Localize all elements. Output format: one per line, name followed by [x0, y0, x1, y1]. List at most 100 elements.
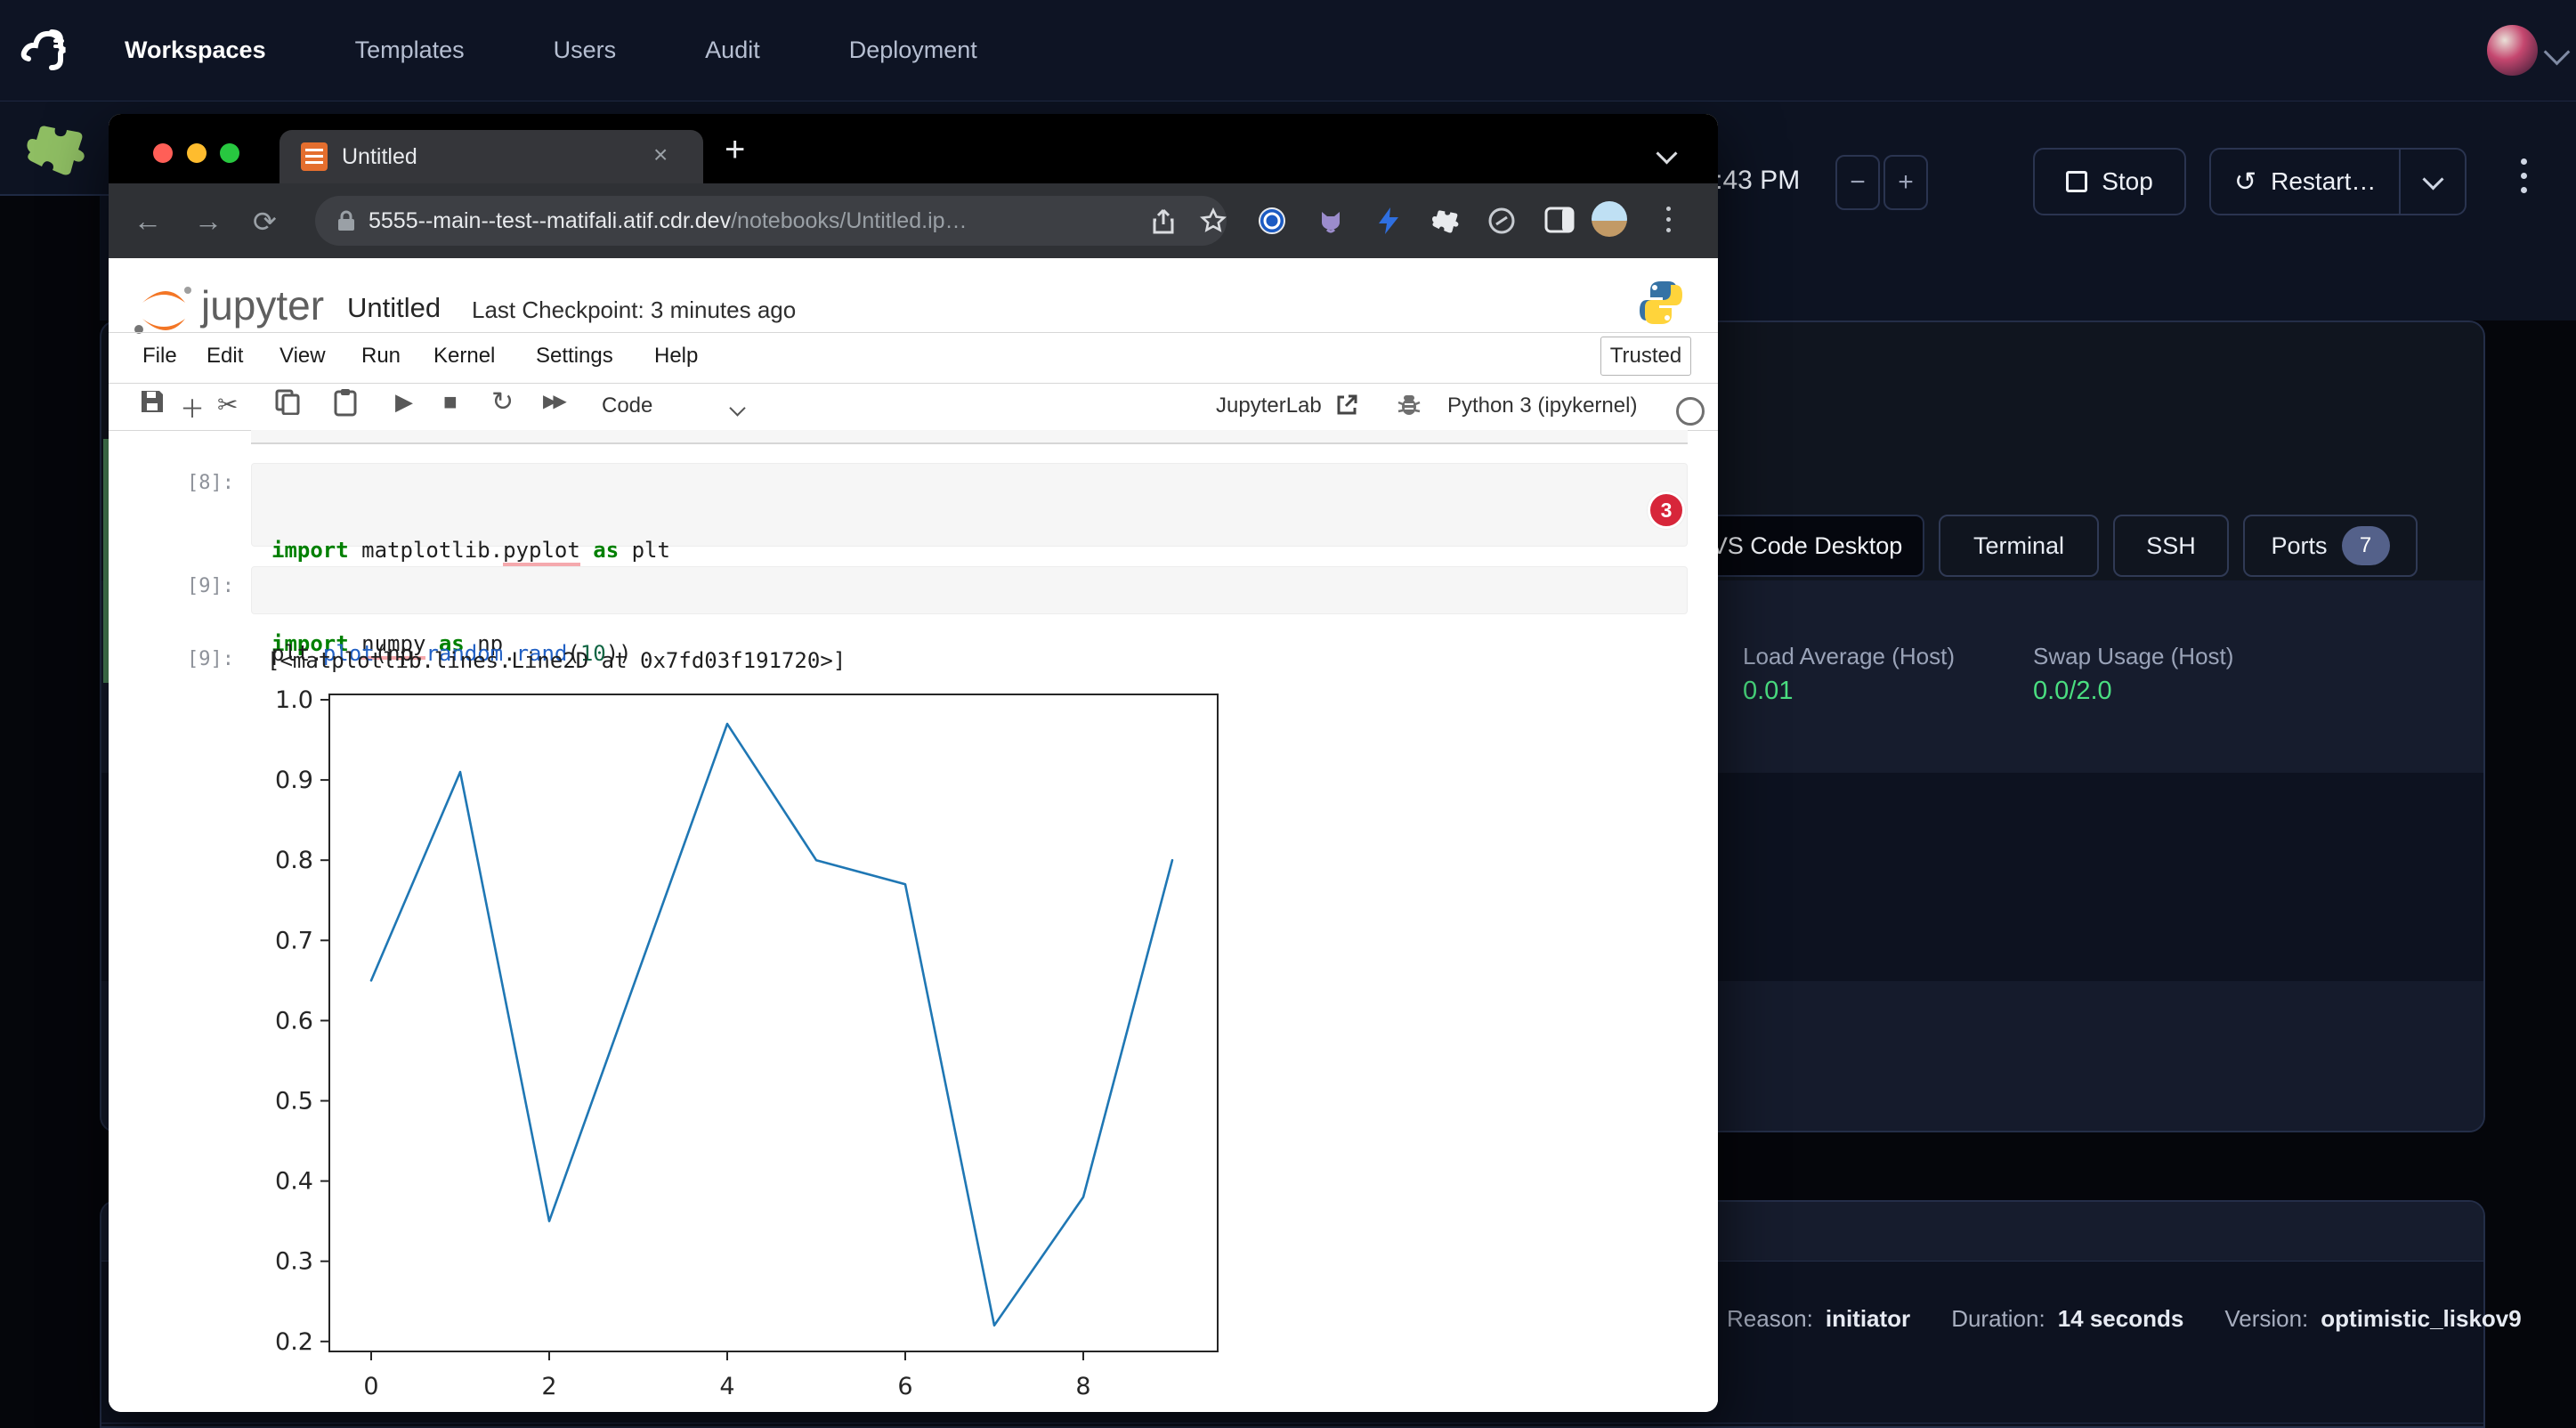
restart-button[interactable]: ↺ Restart…: [2211, 150, 2399, 214]
browser-menu-icon[interactable]: [1666, 207, 1671, 232]
extension-circle-icon[interactable]: [1487, 207, 1516, 239]
nav-item-audit[interactable]: Audit: [705, 37, 760, 64]
stop-label: Stop: [2102, 167, 2153, 196]
tab-title: Untitled: [342, 144, 417, 170]
zoom-in-button[interactable]: +: [1883, 155, 1928, 210]
close-tab-icon[interactable]: ×: [653, 141, 668, 169]
new-tab-button[interactable]: +: [725, 130, 745, 170]
interrupt-kernel-button[interactable]: ■: [443, 388, 458, 416]
extensions-puzzle-icon[interactable]: [1430, 207, 1459, 239]
coder-logo: [16, 20, 75, 78]
cell-type-select[interactable]: Code: [602, 394, 652, 418]
zoom-out-label: −: [1850, 167, 1866, 198]
clipped-cell[interactable]: import matplotlib.pyplot as plt: [251, 430, 1688, 444]
jupyter-logo: [132, 283, 196, 338]
browser-tab[interactable]: Untitled ×: [279, 130, 703, 183]
jupyter-notebook: jupyter Untitled Last Checkpoint: 3 minu…: [109, 258, 1718, 1412]
cell9-prompt: [9]:: [187, 575, 234, 597]
zoom-out-button[interactable]: −: [1835, 155, 1880, 210]
svg-text:0: 0: [363, 1373, 378, 1400]
restart-split-button: ↺ Restart…: [2209, 148, 2467, 215]
svg-text:0.3: 0.3: [275, 1248, 313, 1276]
notification-badge[interactable]: 3: [1648, 491, 1685, 529]
svg-text:0.4: 0.4: [275, 1168, 313, 1196]
menu-kernel[interactable]: Kernel: [433, 344, 495, 369]
cut-cells-button[interactable]: ✂: [217, 390, 238, 419]
svg-text:8: 8: [1075, 1373, 1090, 1400]
app-label: Ports: [2271, 532, 2327, 560]
svg-text:0.7: 0.7: [275, 927, 313, 954]
svg-text:0.2: 0.2: [275, 1328, 313, 1356]
minimize-window-button[interactable]: [187, 143, 207, 163]
nav-item-workspaces[interactable]: Workspaces: [125, 37, 266, 64]
svg-text:6: 6: [897, 1373, 912, 1400]
version-value[interactable]: optimistic_liskov9: [2321, 1305, 2521, 1333]
bookmark-star-icon[interactable]: [1200, 207, 1227, 234]
last-checkpoint: Last Checkpoint: 3 minutes ago: [472, 296, 796, 324]
copy-cells-button[interactable]: [274, 388, 301, 421]
kernel-name[interactable]: Python 3 (ipykernel): [1447, 394, 1637, 418]
menu-help[interactable]: Help: [654, 344, 698, 369]
browser-profile-avatar[interactable]: [1592, 201, 1627, 237]
app-label: SSH: [2146, 532, 2196, 560]
jupyterlab-link[interactable]: JupyterLab: [1216, 394, 1322, 418]
reason-label: Reason:: [1727, 1305, 1813, 1333]
save-button[interactable]: [139, 388, 166, 421]
restart-options-button[interactable]: [2401, 150, 2465, 214]
url-host: 5555--main--test--matifali.atif.cdr.dev: [369, 208, 731, 233]
zoom-in-label: +: [1898, 167, 1914, 198]
svg-text:0.5: 0.5: [275, 1088, 313, 1116]
browser-tab-bar: Untitled × +: [109, 114, 1718, 183]
workspace-menu-button[interactable]: [2521, 158, 2527, 193]
debugger-bug-icon[interactable]: [1396, 392, 1422, 418]
code-line: import matplotlib.pyplot as plt: [271, 535, 1687, 566]
maximize-window-button[interactable]: [220, 143, 239, 163]
app-button-vscode-desktop[interactable]: VS Code Desktop: [1689, 515, 1924, 577]
code-cell-9[interactable]: plt.plot(np.random.rand(10)): [251, 566, 1688, 614]
menu-run[interactable]: Run: [361, 344, 401, 369]
matplotlib-line-chart: 0.20.30.40.50.60.70.80.91.002468: [242, 675, 1275, 1412]
menu-edit[interactable]: Edit: [207, 344, 243, 369]
close-window-button[interactable]: [153, 143, 173, 163]
notebook-title[interactable]: Untitled: [347, 292, 441, 324]
duration-value: 14 seconds: [2058, 1305, 2184, 1333]
paste-cells-button[interactable]: [333, 388, 358, 423]
run-cell-button[interactable]: ▶: [395, 388, 413, 416]
reason-value: initiator: [1826, 1305, 1910, 1333]
app-button-terminal[interactable]: Terminal: [1939, 515, 2099, 577]
add-cell-button[interactable]: ＋: [180, 390, 205, 426]
browser-window: Untitled × + ← → ⟳ 5555--main--test--mat…: [109, 114, 1718, 1412]
user-avatar[interactable]: [2487, 25, 2538, 76]
reload-icon[interactable]: ⟳: [253, 205, 277, 239]
menu-settings[interactable]: Settings: [536, 344, 613, 369]
nav-item-templates[interactable]: Templates: [355, 37, 465, 64]
restart-kernel-button[interactable]: ↻: [491, 386, 514, 418]
python-kernel-logo: [1636, 278, 1686, 328]
menu-file[interactable]: File: [142, 344, 177, 369]
nav-item-users[interactable]: Users: [554, 37, 617, 64]
share-icon[interactable]: [1152, 208, 1175, 235]
forward-icon[interactable]: →: [194, 205, 223, 238]
onepassword-extension-icon[interactable]: [1258, 207, 1286, 239]
cat-extension-icon[interactable]: [1316, 207, 1345, 239]
app-label: Terminal: [1973, 532, 2064, 560]
app-button-ports[interactable]: Ports 7: [2243, 515, 2418, 577]
menu-view[interactable]: View: [279, 344, 326, 369]
side-panel-icon[interactable]: [1544, 207, 1575, 238]
run-all-button[interactable]: ▶▶: [543, 390, 563, 412]
user-menu-chevron-icon[interactable]: [2544, 39, 2571, 66]
cell-type-chevron-icon: [729, 400, 745, 416]
nav-item-deployment[interactable]: Deployment: [849, 37, 977, 64]
url-text: 5555--main--test--matifali.atif.cdr.dev/…: [369, 208, 968, 234]
back-icon[interactable]: ←: [134, 205, 162, 238]
stop-button[interactable]: Stop: [2033, 148, 2186, 215]
stop-icon: [2066, 171, 2087, 192]
app-button-ssh[interactable]: SSH: [2113, 515, 2229, 577]
code-cell-8[interactable]: import matplotlib.pyplot as plt import n…: [251, 463, 1688, 547]
metric-value-load: 0.01: [1743, 677, 1793, 706]
tab-search-chevron-icon[interactable]: [1656, 142, 1677, 164]
address-bar[interactable]: 5555--main--test--matifali.atif.cdr.dev/…: [315, 196, 1227, 246]
trusted-button[interactable]: Trusted: [1600, 337, 1691, 376]
metric-label-swap: Swap Usage (Host): [2033, 643, 2233, 670]
lightning-extension-icon[interactable]: [1375, 207, 1402, 239]
